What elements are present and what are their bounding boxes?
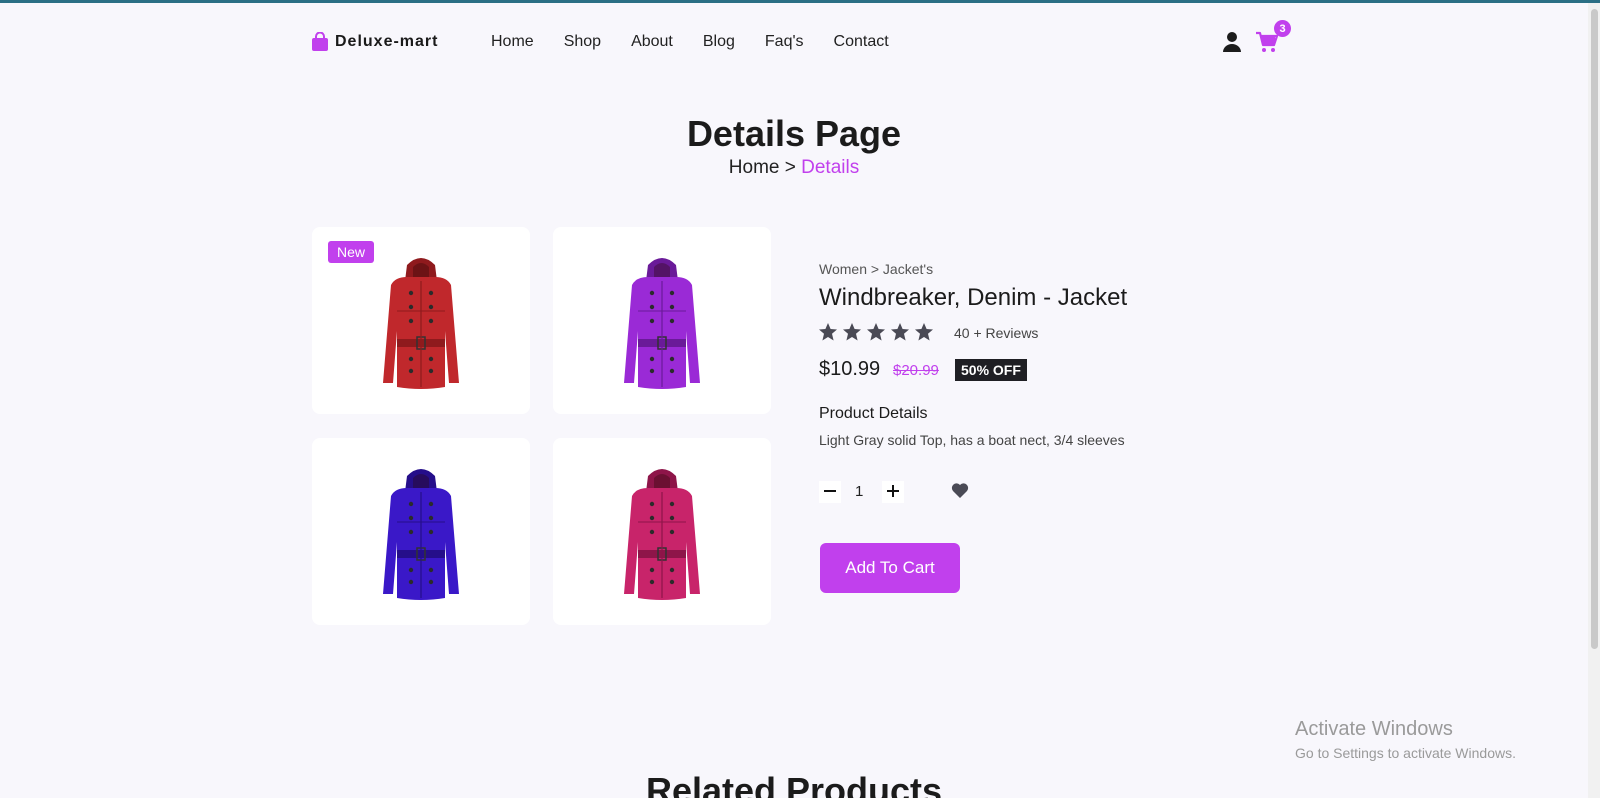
jacket-image: [383, 257, 459, 389]
product-details-text: Light Gray solid Top, has a boat nect, 3…: [819, 432, 1125, 448]
review-count[interactable]: 40 + Reviews: [954, 325, 1038, 341]
product-image-card[interactable]: [312, 438, 530, 625]
brand-name: Deluxe-mart: [335, 33, 439, 50]
nav-faqs[interactable]: Faq's: [765, 33, 804, 51]
original-price: $20.99: [893, 362, 939, 379]
product-name: Windbreaker, Denim - Jacket: [819, 284, 1128, 311]
quantity-value[interactable]: 1: [855, 483, 863, 500]
star-icon: [843, 323, 861, 341]
product-category: Women > Jacket's: [819, 261, 934, 277]
minus-icon: [824, 490, 836, 492]
breadcrumb-separator: >: [779, 157, 802, 178]
breadcrumb: Home > Details: [0, 157, 1588, 179]
plus-icon: [887, 485, 899, 497]
product-image-card[interactable]: New: [312, 227, 530, 414]
nav-contact[interactable]: Contact: [834, 33, 889, 51]
scrollbar-thumb[interactable]: [1591, 9, 1598, 649]
site-header: Deluxe-mart Home Shop About Blog Faq's C…: [0, 0, 1588, 86]
shopping-bag-icon: [312, 32, 328, 51]
add-to-cart-button[interactable]: Add To Cart: [820, 543, 960, 593]
jacket-image: [624, 468, 700, 600]
product-image-card[interactable]: [553, 227, 771, 414]
quantity-decrease-button[interactable]: [819, 481, 841, 503]
jacket-image: [383, 468, 459, 600]
related-products-heading: Related Products: [645, 770, 943, 798]
cart-count-badge: 3: [1274, 20, 1291, 37]
star-icon: [915, 323, 933, 341]
product-price: $10.99: [819, 358, 881, 380]
watermark-title: Activate Windows: [1295, 718, 1453, 740]
jacket-image: [624, 257, 700, 389]
page-scrollbar[interactable]: [1588, 3, 1600, 798]
nav-blog[interactable]: Blog: [703, 33, 735, 51]
nav-shop[interactable]: Shop: [564, 33, 601, 51]
nav-about[interactable]: About: [631, 33, 673, 51]
brand-logo[interactable]: Deluxe-mart: [311, 32, 438, 52]
rating-stars: [818, 322, 934, 342]
product-details-heading: Product Details: [819, 405, 928, 422]
main-nav: Home Shop About Blog Faq's Contact: [491, 33, 889, 51]
quantity-increase-button[interactable]: [882, 481, 904, 503]
heart-icon[interactable]: [951, 482, 969, 499]
watermark-subtitle: Go to Settings to activate Windows.: [1295, 745, 1516, 761]
breadcrumb-current: Details: [801, 157, 860, 178]
star-icon: [867, 323, 885, 341]
windows-activation-watermark: Activate Windows Go to Settings to activ…: [1295, 718, 1516, 761]
product-image-card[interactable]: [553, 438, 771, 625]
star-icon: [819, 323, 837, 341]
page-title: Details Page: [686, 113, 902, 154]
new-badge: New: [328, 241, 375, 263]
breadcrumb-home[interactable]: Home: [729, 157, 780, 178]
star-icon: [891, 323, 909, 341]
nav-home[interactable]: Home: [491, 33, 534, 51]
discount-badge: 50% OFF: [955, 359, 1027, 381]
user-icon[interactable]: [1223, 31, 1241, 53]
